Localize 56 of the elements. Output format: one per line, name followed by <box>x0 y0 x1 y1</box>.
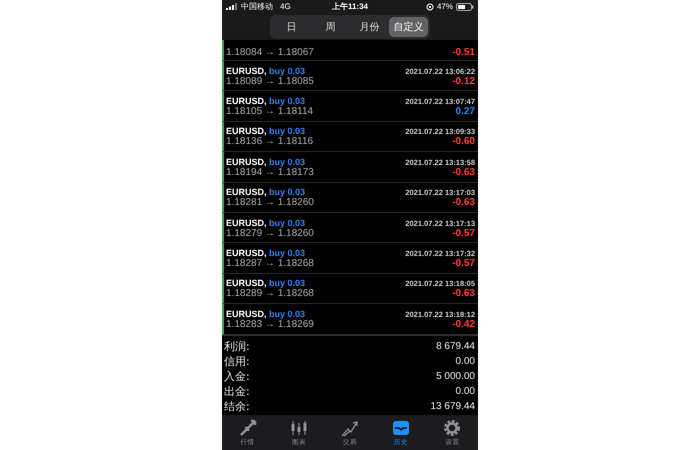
deal-profit: -0.51 <box>452 47 475 58</box>
battery-percent: 47% <box>436 2 453 11</box>
summary-value: 8 679.44 <box>436 340 475 352</box>
summary-value: 0.00 <box>456 356 475 367</box>
period-tab[interactable]: 周 <box>311 16 350 36</box>
summary-label: 信用: <box>224 354 250 369</box>
deal-prices: 1.18279 → 1.18260 <box>226 228 314 239</box>
clock-time: 上午11:34 <box>332 1 368 12</box>
orientation-lock-icon <box>426 2 434 10</box>
deal-profit: -0.12 <box>452 76 475 87</box>
summary-label: 结余: <box>224 398 250 414</box>
arrows-icon <box>238 418 257 436</box>
deal-symbol: EURUSD, buy 0.03 <box>226 156 306 167</box>
trend-icon <box>341 418 359 436</box>
deal-symbol: EURUSD, buy 0.03 <box>226 278 306 288</box>
period-tab[interactable]: 自定义 <box>389 16 428 36</box>
deal-prices: 1.18105 → 1.18114 <box>226 106 314 118</box>
summary-value: 5 000.00 <box>436 370 475 382</box>
deal-symbol: EURUSD, buy 0.03 <box>226 187 306 198</box>
settings-icon <box>443 418 462 436</box>
deal-symbol: EURUSD, buy 0.03 <box>226 308 306 319</box>
summary-value: 13 679.44 <box>430 400 475 412</box>
deal-prices: 1.18089 → 1.18085 <box>226 76 314 87</box>
deal-profit: -0.63 <box>452 288 475 300</box>
deal-symbol: EURUSD, buy 0.03 <box>226 126 306 136</box>
signal-icon <box>226 3 238 10</box>
deal-prices: 1.18136 → 1.18116 <box>226 136 314 148</box>
deal-prices: 1.18283 → 1.18269 <box>226 318 314 330</box>
deal-symbol: EURUSD, buy 0.03 <box>226 66 306 76</box>
summary-label: 出金: <box>224 384 250 399</box>
deal-prices: 1.18084 → 1.18067 <box>226 47 314 58</box>
period-tab[interactable]: 月份 <box>350 16 389 36</box>
deal-row[interactable]: 1.18084 → 1.18067 -0.51 <box>222 40 478 61</box>
deal-prices: 1.18287 → 1.18268 <box>226 258 314 270</box>
deal-prices: 1.18281 → 1.18260 <box>226 197 314 208</box>
deal-profit: 0.27 <box>456 106 475 118</box>
deal-symbol: EURUSD, buy 0.03 <box>226 248 306 258</box>
period-tab[interactable]: 日 <box>272 16 311 36</box>
summary-value: 0.00 <box>456 386 475 397</box>
deal-profit: -0.57 <box>452 258 475 270</box>
carrier-name: 中国移动 <box>241 1 273 12</box>
deal-profit: -0.63 <box>452 197 475 208</box>
deal-profit: -0.63 <box>452 166 475 178</box>
summary-label: 利润: <box>224 338 250 354</box>
network-type: 4G <box>280 2 291 11</box>
candlestick-icon <box>290 418 308 436</box>
deal-profit: -0.42 <box>452 318 475 330</box>
deal-prices: 1.18194 → 1.18173 <box>226 166 314 178</box>
battery-icon <box>456 2 474 10</box>
deal-symbol: EURUSD, buy 0.03 <box>226 218 306 228</box>
summary-label: 入金: <box>224 368 250 384</box>
inbox-icon <box>392 418 410 436</box>
deal-symbol: EURUSD, buy 0.03 <box>226 96 306 106</box>
deal-profit: -0.57 <box>452 228 475 239</box>
deal-profit: -0.60 <box>452 136 475 148</box>
deal-prices: 1.18289 → 1.18268 <box>226 288 314 300</box>
